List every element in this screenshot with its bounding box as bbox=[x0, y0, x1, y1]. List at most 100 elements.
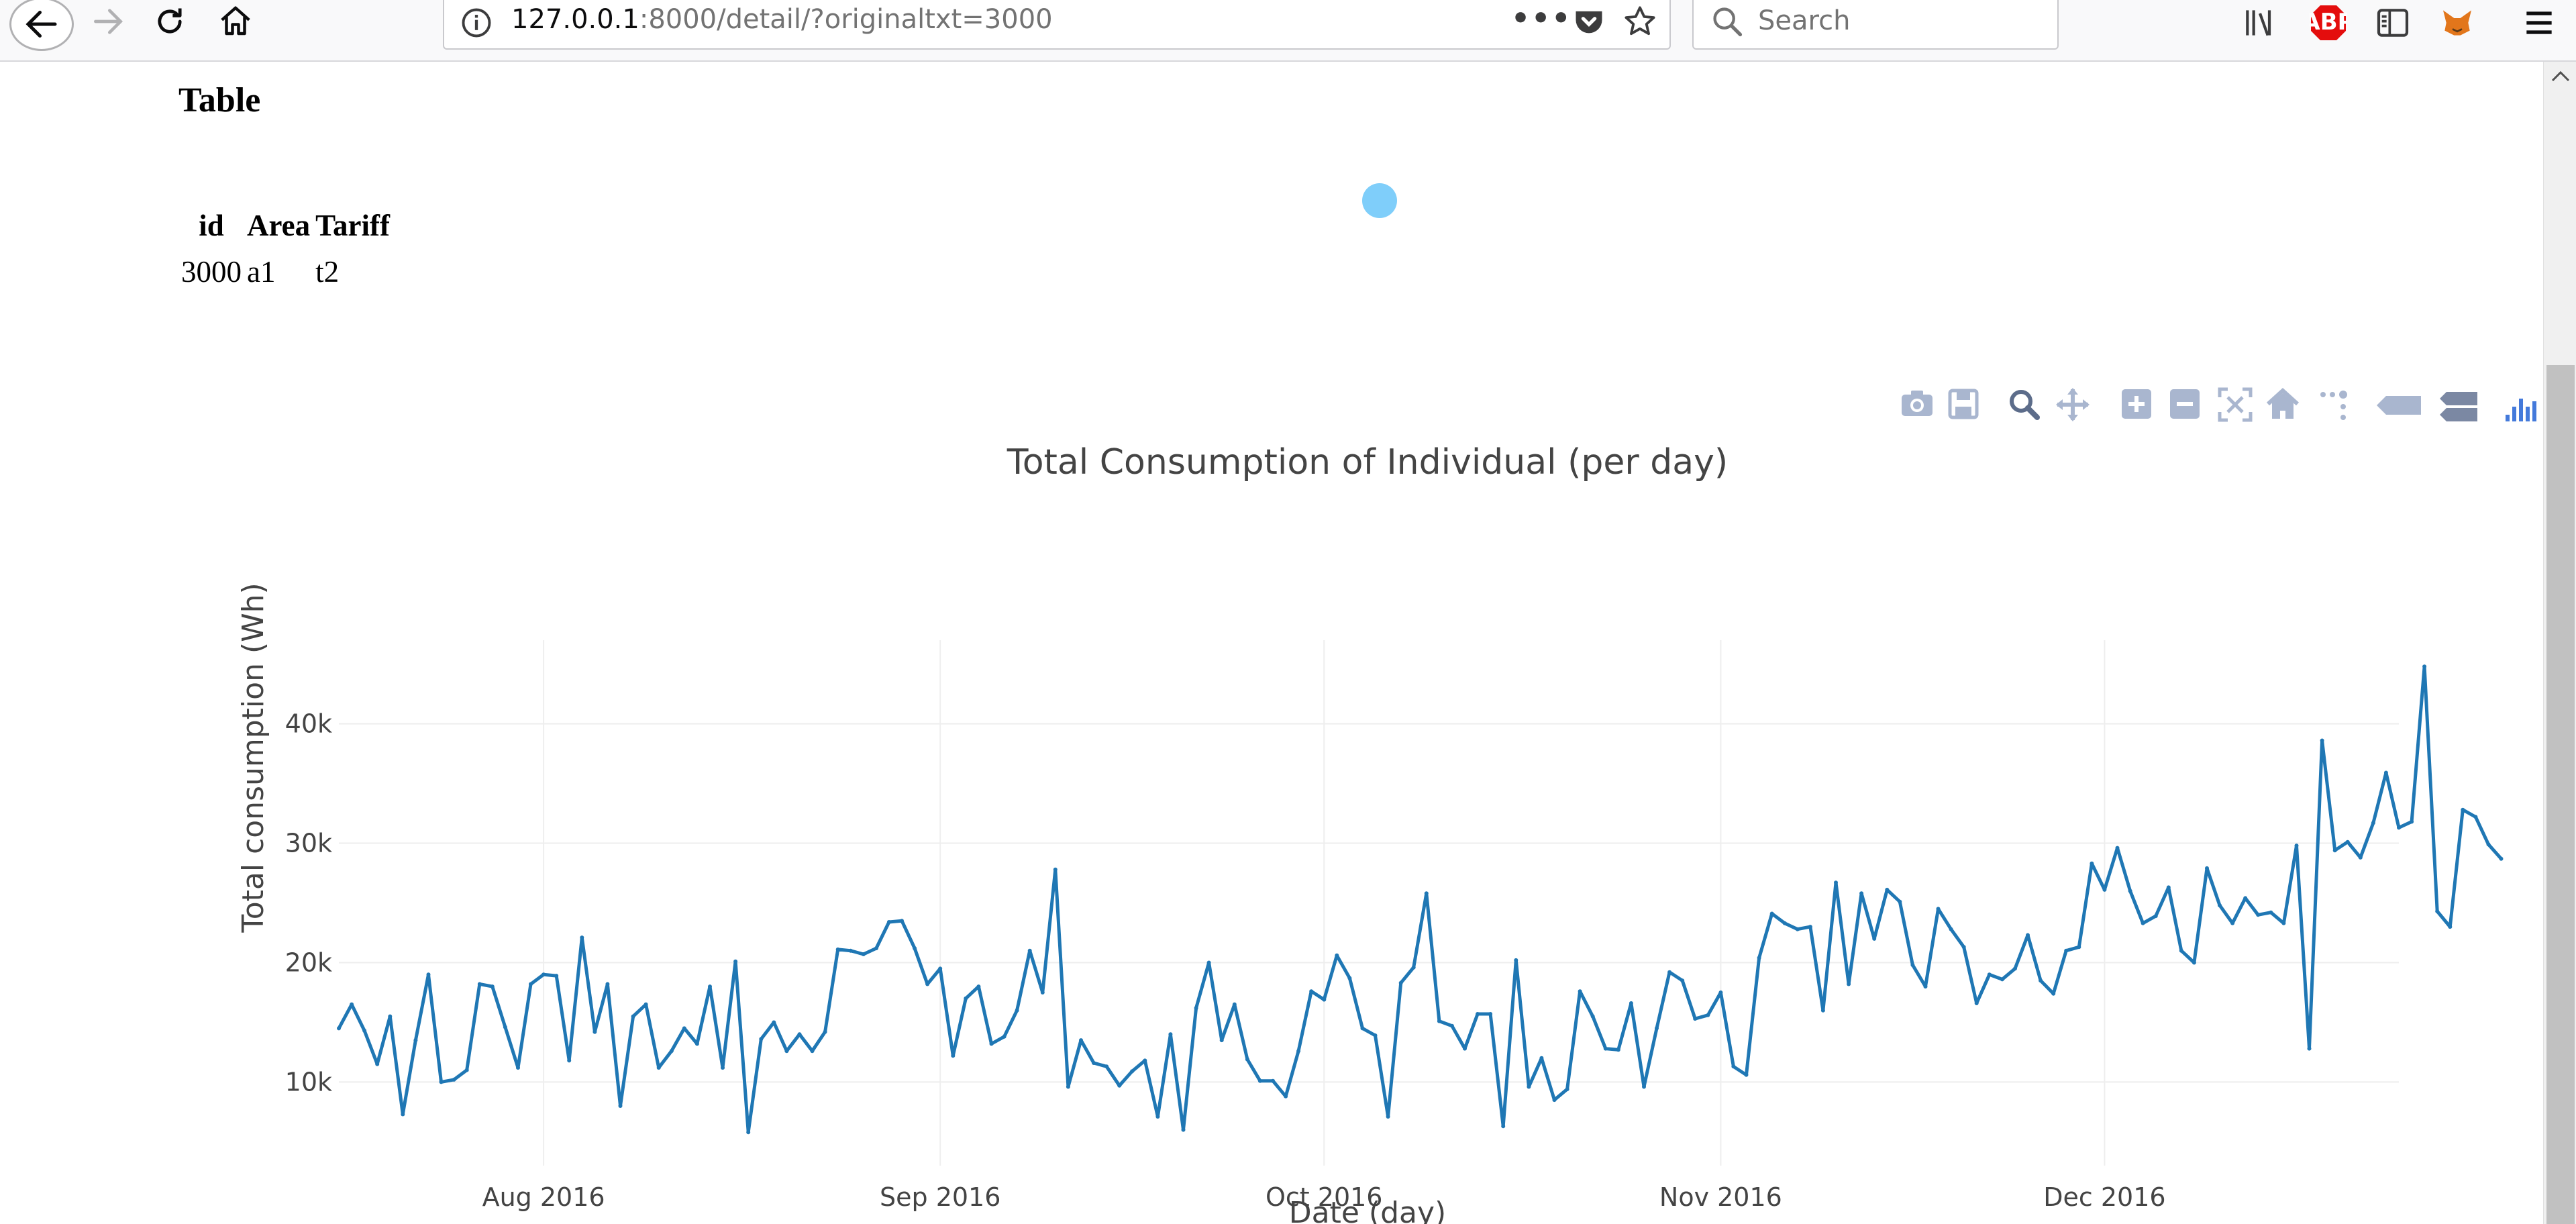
data-point bbox=[1603, 1046, 1608, 1051]
zoom-out-icon[interactable] bbox=[2170, 389, 2200, 419]
data-point bbox=[784, 1049, 789, 1054]
data-point bbox=[439, 1080, 444, 1084]
data-point bbox=[2294, 844, 2299, 848]
y-tick-label: 20k bbox=[285, 948, 332, 977]
data-point bbox=[1961, 945, 1966, 950]
data-point bbox=[1398, 980, 1403, 985]
data-point bbox=[810, 1049, 815, 1054]
data-point bbox=[913, 946, 917, 951]
reload-button[interactable] bbox=[146, 0, 193, 43]
scroll-up-arrow-icon[interactable] bbox=[2551, 68, 2571, 87]
data-point bbox=[2179, 948, 2183, 953]
data-point bbox=[848, 948, 853, 953]
url-host: 127.0.0.1 bbox=[511, 4, 639, 35]
data-point bbox=[2115, 846, 2120, 850]
data-point bbox=[618, 1104, 623, 1108]
data-point bbox=[2077, 945, 2081, 950]
data-point bbox=[1104, 1064, 1109, 1069]
data-point bbox=[2422, 664, 2427, 669]
data-point bbox=[1706, 1013, 1710, 1017]
x-axis-title: Date (day) bbox=[1289, 1196, 1446, 1224]
data-point bbox=[1616, 1048, 1620, 1052]
data-point bbox=[1245, 1057, 1249, 1062]
x-tick-label: Nov 2016 bbox=[1659, 1182, 1782, 1212]
data-point bbox=[861, 952, 866, 956]
y-tick-label: 40k bbox=[285, 709, 332, 739]
data-point bbox=[1373, 1033, 1378, 1037]
data-point bbox=[1206, 960, 1211, 965]
spike-lines-icon[interactable] bbox=[2320, 391, 2347, 420]
url-bar[interactable]: 127.0.0.1:8000/detail/?originaltxt=3000 … bbox=[443, 0, 1671, 50]
home-button[interactable] bbox=[212, 0, 259, 43]
data-point bbox=[2218, 903, 2222, 908]
data-point bbox=[2128, 888, 2132, 893]
data-point bbox=[413, 1038, 418, 1043]
data-point bbox=[2153, 914, 2158, 919]
forward-arrow-icon bbox=[94, 9, 123, 34]
data-point bbox=[733, 959, 738, 964]
sidebar-icon[interactable] bbox=[2374, 4, 2412, 44]
search-icon bbox=[1710, 4, 1745, 42]
zoom-icon[interactable] bbox=[2010, 390, 2040, 420]
data-point bbox=[2499, 856, 2504, 861]
scrollbar-thumb[interactable] bbox=[2546, 365, 2575, 1224]
bookmark-star-icon[interactable] bbox=[1622, 4, 1657, 42]
chart-plot-area bbox=[337, 664, 2504, 1135]
data-point bbox=[1987, 972, 1992, 977]
data-point bbox=[2026, 933, 2030, 937]
chart-grid bbox=[339, 640, 2399, 1166]
save-icon[interactable] bbox=[1948, 389, 1979, 419]
browser-toolbar: 127.0.0.1:8000/detail/?originaltxt=3000 … bbox=[0, 0, 2576, 62]
data-point bbox=[1936, 907, 1941, 911]
data-point bbox=[1552, 1098, 1557, 1103]
reload-icon bbox=[158, 8, 182, 34]
data-point bbox=[1168, 1032, 1173, 1037]
data-point bbox=[362, 1028, 367, 1033]
data-point bbox=[746, 1130, 751, 1135]
pan-icon[interactable] bbox=[2056, 388, 2090, 421]
pocket-icon[interactable] bbox=[1572, 4, 1606, 42]
back-button[interactable] bbox=[9, 0, 74, 51]
page-scrollbar[interactable] bbox=[2543, 62, 2576, 1224]
data-point bbox=[2102, 887, 2107, 892]
data-point bbox=[1309, 989, 1314, 994]
reset-axes-icon[interactable] bbox=[2266, 387, 2300, 419]
data-point bbox=[1002, 1034, 1007, 1039]
zoom-in-icon[interactable] bbox=[2122, 389, 2151, 419]
data-point bbox=[772, 1020, 776, 1025]
menu-icon[interactable] bbox=[2520, 4, 2558, 44]
data-point bbox=[1872, 936, 1877, 941]
data-point bbox=[694, 1041, 699, 1046]
forward-button[interactable] bbox=[85, 0, 132, 43]
hover-closest-icon[interactable] bbox=[2377, 396, 2421, 415]
data-point bbox=[2473, 815, 2478, 819]
data-point bbox=[2000, 977, 2004, 982]
data-point bbox=[1437, 1019, 1441, 1023]
autoscale-icon[interactable] bbox=[2218, 387, 2253, 422]
data-point bbox=[656, 1066, 661, 1070]
y-axis-ticks: 10k 20k 30k 40k bbox=[285, 709, 332, 1097]
data-point bbox=[1974, 1001, 1979, 1005]
data-point bbox=[1360, 1026, 1365, 1031]
adblock-plus-icon[interactable]: ABP bbox=[2302, 4, 2355, 44]
plotly-logo-icon[interactable] bbox=[2506, 399, 2536, 421]
data-point bbox=[2269, 910, 2273, 915]
camera-icon[interactable] bbox=[1902, 391, 1933, 416]
url-text[interactable]: 127.0.0.1:8000/detail/?originaltxt=3000 bbox=[511, 4, 1053, 35]
data-point bbox=[1629, 1001, 1633, 1005]
page-info-icon[interactable] bbox=[459, 5, 494, 43]
hover-compare-icon[interactable] bbox=[2440, 392, 2477, 421]
library-icon[interactable] bbox=[2241, 4, 2279, 44]
data-point bbox=[1667, 970, 1672, 974]
metamask-fox-icon[interactable] bbox=[2438, 4, 2476, 44]
data-point bbox=[1027, 948, 1032, 953]
page-actions-icon[interactable]: ••• bbox=[1511, 1, 1572, 36]
search-bar[interactable]: Search bbox=[1692, 0, 2059, 50]
data-point bbox=[2345, 839, 2350, 844]
data-point bbox=[1923, 984, 1928, 989]
data-point bbox=[2486, 842, 2491, 847]
data-point bbox=[797, 1032, 802, 1037]
series-line bbox=[337, 664, 2503, 1134]
data-point bbox=[1539, 1056, 1544, 1060]
data-point bbox=[1117, 1083, 1122, 1088]
